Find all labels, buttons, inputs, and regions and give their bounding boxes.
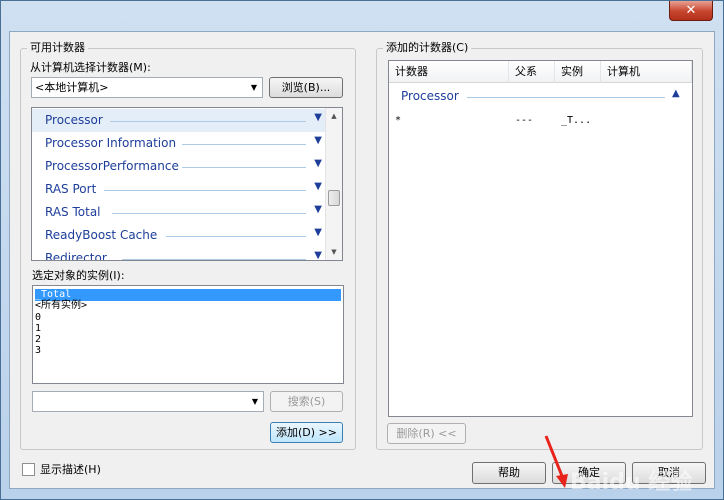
chevron-down-icon[interactable]: ▼ — [314, 227, 322, 238]
column-header-computer[interactable]: 计算机 — [601, 61, 692, 83]
scroll-down-icon[interactable]: ▼ — [326, 244, 342, 260]
group-divider — [182, 144, 306, 145]
counter-item-label: Processor Information — [45, 136, 177, 150]
counter-item[interactable]: RAS Port ▼ — [32, 178, 326, 201]
chevron-down-icon[interactable]: ▼ — [314, 250, 322, 260]
scroll-up-icon[interactable]: ▲ — [326, 108, 342, 124]
add-button[interactable]: 添加(D) >> — [270, 422, 343, 443]
select-from-computer-label: 从计算机选择计数器(M): — [30, 61, 151, 74]
counter-list-scrollbar[interactable]: ▲ ▼ — [325, 108, 342, 260]
add-counters-dialog: ✕ 可用计数器 从计算机选择计数器(M): <本地计算机> ▼ 浏览(B)...… — [0, 0, 724, 500]
chevron-down-icon[interactable]: ▼ — [314, 204, 322, 215]
counter-item[interactable]: Processor ▼ — [32, 109, 326, 132]
chevron-down-icon[interactable]: ▼ — [314, 112, 322, 123]
remove-button[interactable]: 删除(R) << — [387, 423, 466, 444]
help-button[interactable]: 帮助 — [472, 462, 546, 484]
available-counters-title: 可用计数器 — [27, 41, 88, 55]
group-divider — [122, 259, 306, 260]
group-divider — [182, 167, 306, 168]
dropdown-arrow-icon[interactable]: ▼ — [247, 392, 263, 411]
search-combobox[interactable]: ▼ — [32, 391, 264, 412]
column-header-instance[interactable]: 实例 — [555, 61, 601, 83]
red-arrow-annotation-icon — [544, 435, 568, 488]
counter-item[interactable]: RAS Total ▼ — [32, 201, 326, 224]
chevron-down-icon[interactable]: ▼ — [314, 135, 322, 146]
counter-item[interactable]: Redirector ▼ — [32, 247, 326, 261]
scroll-thumb[interactable] — [328, 190, 340, 206]
counter-item-label: RAS Total — [45, 205, 101, 219]
search-button[interactable]: 搜索(S) — [270, 391, 343, 412]
chevron-down-icon[interactable]: ▼ — [314, 158, 322, 169]
show-description-label: 显示描述(H) — [40, 463, 101, 476]
cancel-button[interactable]: 取消 — [632, 462, 706, 484]
column-header-parent[interactable]: 父系 — [509, 61, 555, 83]
list-item[interactable]: 3 — [35, 345, 41, 357]
show-description-checkbox[interactable] — [22, 463, 35, 476]
dropdown-arrow-icon[interactable]: ▼ — [246, 78, 262, 97]
chevron-up-icon[interactable]: ▲ — [672, 88, 680, 99]
counter-item[interactable]: ReadyBoost Cache ▼ — [32, 224, 326, 247]
added-row-counter[interactable]: * — [395, 115, 401, 126]
browse-button[interactable]: 浏览(B)... — [269, 77, 343, 98]
counter-item-label: ProcessorPerformance — [45, 159, 179, 173]
added-row-instance: _T... — [561, 115, 592, 126]
added-counters-title: 添加的计数器(C) — [383, 41, 472, 55]
instance-list[interactable]: _Total <所有实例> 0 1 2 3 — [32, 285, 344, 384]
counter-item-label: RAS Port — [45, 182, 97, 196]
column-header-counter[interactable]: 计数器 — [389, 61, 509, 83]
dialog-client-area: 可用计数器 从计算机选择计数器(M): <本地计算机> ▼ 浏览(B)... P… — [9, 31, 715, 495]
computer-combobox[interactable]: <本地计算机> ▼ — [31, 77, 263, 98]
group-divider — [104, 190, 306, 191]
counter-item-label: ReadyBoost Cache — [45, 228, 158, 242]
counter-item-label: Redirector — [45, 251, 107, 261]
added-group-row[interactable]: Processor ▲ — [389, 87, 692, 107]
title-bar: ✕ — [1, 1, 723, 31]
counter-item-label: Processor — [45, 113, 103, 127]
counter-item[interactable]: Processor Information ▼ — [32, 132, 326, 155]
computer-combobox-value: <本地计算机> — [35, 81, 109, 94]
added-group-label: Processor — [401, 89, 459, 103]
added-row-parent: --- — [515, 115, 534, 126]
counter-list[interactable]: Processor ▼ Processor Information ▼ Proc… — [31, 107, 343, 261]
close-button[interactable]: ✕ — [669, 1, 713, 21]
list-item[interactable]: <所有实例> — [35, 300, 87, 312]
group-divider — [467, 97, 665, 98]
instances-label: 选定对象的实例(I): — [32, 269, 125, 282]
group-divider — [110, 121, 306, 122]
added-counters-list[interactable]: 计数器 父系 实例 计算机 Processor ▲ * --- _T... — [388, 60, 693, 417]
close-icon: ✕ — [685, 3, 697, 18]
chevron-down-icon[interactable]: ▼ — [314, 181, 322, 192]
counter-item[interactable]: ProcessorPerformance ▼ — [32, 155, 326, 178]
group-divider — [166, 236, 306, 237]
group-divider — [112, 213, 306, 214]
